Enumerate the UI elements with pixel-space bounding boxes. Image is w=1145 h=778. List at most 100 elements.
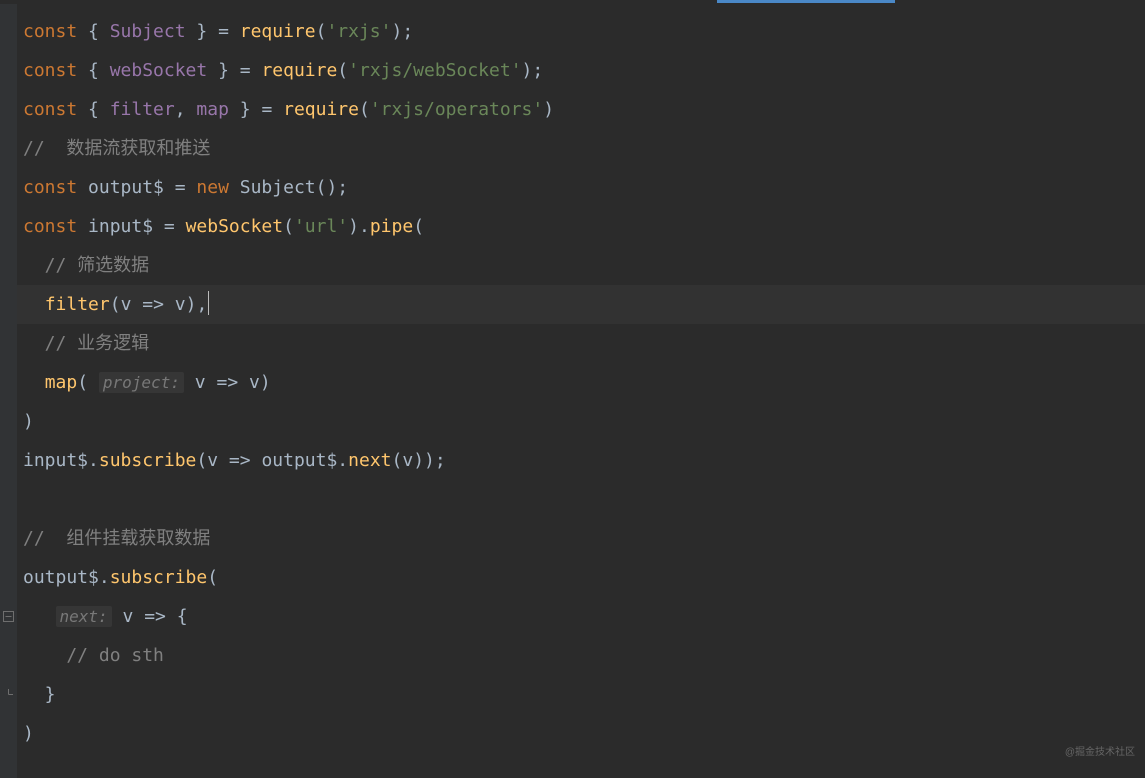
code-token-def: map — [196, 99, 229, 120]
code-token-hint: next: — [56, 606, 112, 627]
code-token-fn: pipe — [370, 216, 413, 237]
code-line[interactable]: next: v => { — [23, 597, 1145, 636]
code-line[interactable]: } — [23, 675, 1145, 714]
code-token-fn: filter — [45, 294, 110, 315]
code-token-punct: => — [218, 450, 261, 471]
code-token-kw: new — [196, 177, 229, 198]
code-line[interactable]: map( project: v => v) — [23, 363, 1145, 402]
code-line[interactable]: input$.subscribe(v => output$.next(v)); — [23, 441, 1145, 480]
code-area[interactable]: const { Subject } = require('rxjs');cons… — [17, 4, 1145, 778]
code-token-kw: const — [23, 216, 77, 237]
fold-end-icon[interactable] — [3, 689, 14, 700]
code-token-punct: ( — [283, 216, 294, 237]
code-token-ident: v — [249, 372, 260, 393]
watermark: @掘金技术社区 — [1065, 733, 1135, 772]
code-line[interactable]: output$.subscribe( — [23, 558, 1145, 597]
code-token-punct: ) — [23, 723, 34, 744]
code-token-punct: => { — [133, 606, 187, 627]
code-token-str: 'rxjs/webSocket' — [348, 60, 521, 81]
code-token-ident: Subject(); — [229, 177, 348, 198]
code-token-punct: ( — [359, 99, 370, 120]
code-token-punct: ), — [186, 294, 208, 315]
code-line[interactable]: filter(v => v), — [17, 285, 1145, 324]
code-token-punct: { — [77, 99, 110, 120]
code-token-punct: => — [206, 372, 249, 393]
code-token-ident: input$. — [23, 450, 99, 471]
code-token-comment: // 业务逻辑 — [23, 333, 149, 354]
code-line[interactable]: // 数据流获取和推送 — [23, 129, 1145, 168]
code-token-def: filter — [110, 99, 175, 120]
code-token-fn: map — [45, 372, 78, 393]
code-token-punct: { — [77, 60, 110, 81]
code-token-punct: } = — [229, 99, 283, 120]
fold-collapse-icon[interactable] — [3, 611, 14, 622]
code-token-def: Subject — [110, 21, 186, 42]
code-token-ident: output$. — [261, 450, 348, 471]
code-line[interactable]: // 业务逻辑 — [23, 324, 1145, 363]
code-token-ident: v — [123, 606, 134, 627]
code-token-punct: ( — [392, 450, 403, 471]
code-token-punct: ) — [543, 99, 554, 120]
code-token-punct: ( — [207, 567, 218, 588]
code-token-ident: v — [402, 450, 413, 471]
code-token-fn: require — [240, 21, 316, 42]
code-token-hint: project: — [99, 372, 184, 393]
code-token-def: webSocket — [110, 60, 208, 81]
code-line[interactable]: // do sth — [23, 636, 1145, 675]
code-token-punct: ) — [260, 372, 271, 393]
code-line[interactable]: ) — [23, 714, 1145, 753]
code-token-fn: subscribe — [110, 567, 208, 588]
code-token-comment: // 筛选数据 — [23, 255, 149, 276]
code-token-ident: v — [175, 294, 186, 315]
code-token-comment: // do sth — [23, 645, 164, 666]
code-token-punct: { — [77, 21, 110, 42]
code-line[interactable]: const output$ = new Subject(); — [23, 168, 1145, 207]
code-token-punct: ( — [196, 450, 207, 471]
code-line[interactable]: const input$ = webSocket('url').pipe( — [23, 207, 1145, 246]
gutter[interactable] — [0, 4, 17, 778]
code-token-comment: // 组件挂载获取数据 — [23, 528, 210, 549]
code-token-punct: ) — [23, 411, 34, 432]
code-token-ident — [23, 372, 45, 393]
code-token-kw: const — [23, 177, 77, 198]
code-token-ident: output$ = — [77, 177, 196, 198]
code-token-punct: ( — [316, 21, 327, 42]
code-token-punct: ( — [110, 294, 121, 315]
code-token-ident: v — [121, 294, 132, 315]
code-token-ident: input$ = — [77, 216, 185, 237]
code-token-punct: } — [23, 684, 56, 705]
code-token-ident — [112, 606, 123, 627]
code-token-punct: )); — [413, 450, 446, 471]
code-line[interactable]: const { webSocket } = require('rxjs/webS… — [23, 51, 1145, 90]
code-token-punct: => — [131, 294, 174, 315]
code-token-str: 'rxjs/operators' — [370, 99, 543, 120]
code-token-punct: ). — [348, 216, 370, 237]
code-token-ident: v — [184, 372, 206, 393]
code-token-punct: ); — [522, 60, 544, 81]
code-line[interactable] — [23, 480, 1145, 519]
code-token-fn: webSocket — [186, 216, 284, 237]
code-editor[interactable]: const { Subject } = require('rxjs');cons… — [0, 4, 1145, 778]
code-token-kw: const — [23, 60, 77, 81]
code-token-fn: require — [261, 60, 337, 81]
code-token-punct: ( — [77, 372, 99, 393]
tab-active-indicator — [717, 0, 895, 3]
code-token-fn: subscribe — [99, 450, 197, 471]
code-token-str: 'url' — [294, 216, 348, 237]
code-line[interactable]: const { Subject } = require('rxjs'); — [23, 12, 1145, 51]
code-line[interactable]: // 组件挂载获取数据 — [23, 519, 1145, 558]
code-line[interactable]: // 筛选数据 — [23, 246, 1145, 285]
code-token-punct: } = — [207, 60, 261, 81]
code-line[interactable]: const { filter, map } = require('rxjs/op… — [23, 90, 1145, 129]
code-token-ident: v — [207, 450, 218, 471]
text-cursor — [208, 291, 209, 315]
code-token-ident — [23, 294, 45, 315]
code-token-kw: const — [23, 99, 77, 120]
code-token-punct: } = — [186, 21, 240, 42]
code-token-comment: // 数据流获取和推送 — [23, 138, 210, 159]
code-token-ident — [23, 606, 56, 627]
code-token-str: 'rxjs' — [326, 21, 391, 42]
code-token-punct: ( — [337, 60, 348, 81]
code-line[interactable]: ) — [23, 402, 1145, 441]
code-token-fn: next — [348, 450, 391, 471]
